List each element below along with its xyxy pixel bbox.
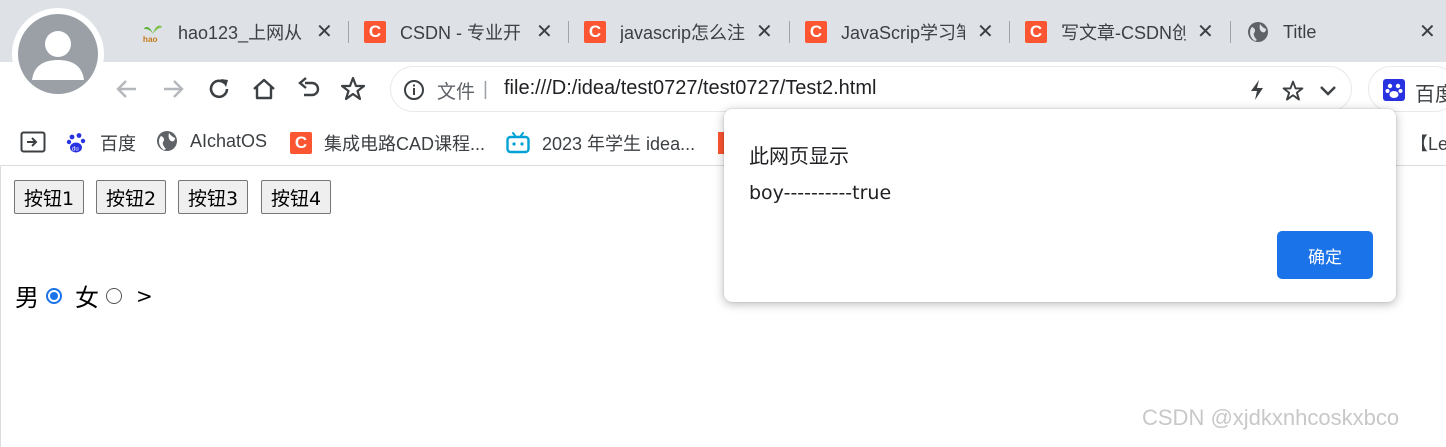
csdn-icon: C xyxy=(1025,21,1047,43)
profile-avatar-icon[interactable] xyxy=(12,8,104,100)
ok-button[interactable]: 确定 xyxy=(1277,231,1373,279)
home-icon[interactable] xyxy=(249,74,279,104)
bookmark-label: 【Le xyxy=(1410,134,1446,154)
address-scheme-label: 文件 xyxy=(437,82,476,103)
tab-separator xyxy=(568,21,569,43)
csdn-icon: C xyxy=(584,21,606,43)
extension-baidu[interactable]: 百度 xyxy=(1368,66,1446,112)
radio-female-label: 女 xyxy=(75,284,99,312)
button-4[interactable]: 按钮4 xyxy=(261,180,332,214)
tab-csdn[interactable]: C CSDN - 专业开 ✕ xyxy=(364,14,560,50)
reload-icon[interactable] xyxy=(204,74,234,104)
gender-radio-group: 男 女 > xyxy=(15,278,153,313)
button-1[interactable]: 按钮1 xyxy=(14,180,85,214)
bookmark-label: 集成电路CAD课程... xyxy=(324,134,486,154)
tab-close-icon[interactable]: ✕ xyxy=(1419,19,1436,44)
sidebar-toggle-icon[interactable] xyxy=(20,130,46,159)
tab-separator xyxy=(1009,21,1010,43)
tab-strip: hao hao123_上网从 ✕ C CSDN - 专业开 ✕ C javasc… xyxy=(0,0,1446,62)
baidu-paw-icon: du xyxy=(66,132,88,154)
bookmark-baidu[interactable]: du 百度 xyxy=(66,130,136,156)
undo-icon[interactable] xyxy=(294,74,324,104)
tab-close-icon[interactable]: ✕ xyxy=(1197,19,1214,44)
bookmark-idea-student[interactable]: 2023 年学生 idea... xyxy=(506,130,695,156)
dialog-message: boy----------true xyxy=(749,182,892,204)
csdn-icon: C xyxy=(290,132,312,154)
back-arrow-icon[interactable] xyxy=(112,74,142,104)
svg-text:hao: hao xyxy=(143,35,158,44)
tab-separator xyxy=(348,21,349,43)
watermark: CSDN @xjdkxnhcoskxbco xyxy=(1142,405,1400,430)
bookmark-label: 百度 xyxy=(100,134,136,154)
csdn-icon: C xyxy=(805,21,827,43)
tab-javascript-comment[interactable]: C javascrip怎么注 ✕ xyxy=(584,14,780,50)
tab-title: 写文章-CSDN创 xyxy=(1061,23,1186,43)
tab-hao123[interactable]: hao hao123_上网从 ✕ xyxy=(142,14,338,50)
star-icon[interactable] xyxy=(1281,79,1305,108)
trailing-text: > xyxy=(136,283,153,308)
bookmark-ic-cad[interactable]: C 集成电路CAD课程... xyxy=(290,130,485,156)
tab-title: Title xyxy=(1283,21,1317,42)
dialog-title: 此网页显示 xyxy=(749,146,849,168)
bilibili-icon xyxy=(506,132,530,154)
tab-title: JavaScrip学习笔 xyxy=(841,23,965,43)
tab-close-icon[interactable]: ✕ xyxy=(756,19,773,44)
tab-close-icon[interactable]: ✕ xyxy=(536,19,553,44)
radio-male-label: 男 xyxy=(15,284,39,312)
globe-icon xyxy=(1247,21,1269,43)
radio-male[interactable] xyxy=(46,287,62,304)
extension-label: 百度 xyxy=(1415,84,1446,106)
address-bar[interactable]: 文件 | file:///D:/idea/test0727/test0727/T… xyxy=(390,66,1352,112)
bookmark-label: AIchatOS xyxy=(190,130,268,151)
tab-title-page[interactable]: Title ✕ xyxy=(1247,14,1443,50)
tab-write-article[interactable]: C 写文章-CSDN创 ✕ xyxy=(1025,14,1221,50)
tab-close-icon[interactable]: ✕ xyxy=(977,19,994,44)
baidu-paw-icon xyxy=(1383,79,1405,106)
alert-dialog: 此网页显示 boy----------true 确定 xyxy=(724,109,1396,302)
tab-title: javascrip怎么注 xyxy=(620,23,746,43)
globe-icon xyxy=(156,130,178,152)
address-divider: | xyxy=(483,79,488,100)
tab-title: hao123_上网从 xyxy=(178,23,303,43)
lightning-icon[interactable] xyxy=(1247,79,1267,106)
chevron-down-icon[interactable] xyxy=(1318,79,1338,106)
bookmark-star-icon[interactable] xyxy=(338,74,368,104)
bookmark-overflow[interactable]: 【Le xyxy=(1410,130,1446,156)
hao123-icon: hao xyxy=(142,21,164,44)
tab-javascript-notes[interactable]: C JavaScrip学习笔 ✕ xyxy=(805,14,1001,50)
button-2[interactable]: 按钮2 xyxy=(96,180,167,214)
bookmark-aichatos[interactable]: AIchatOS xyxy=(156,130,267,152)
tab-title: CSDN - 专业开 xyxy=(400,23,521,43)
tab-separator xyxy=(1230,21,1231,43)
svg-text:du: du xyxy=(72,147,79,153)
tab-separator xyxy=(789,21,790,43)
forward-arrow-icon[interactable] xyxy=(158,74,188,104)
address-url[interactable]: file:///D:/idea/test0727/test0727/Test2.… xyxy=(504,77,876,100)
tab-close-icon[interactable]: ✕ xyxy=(316,19,333,44)
bookmark-label: 2023 年学生 idea... xyxy=(542,134,696,154)
radio-female[interactable] xyxy=(106,287,122,304)
info-icon[interactable] xyxy=(403,79,425,106)
csdn-icon: C xyxy=(364,21,386,43)
button-3[interactable]: 按钮3 xyxy=(178,180,249,214)
